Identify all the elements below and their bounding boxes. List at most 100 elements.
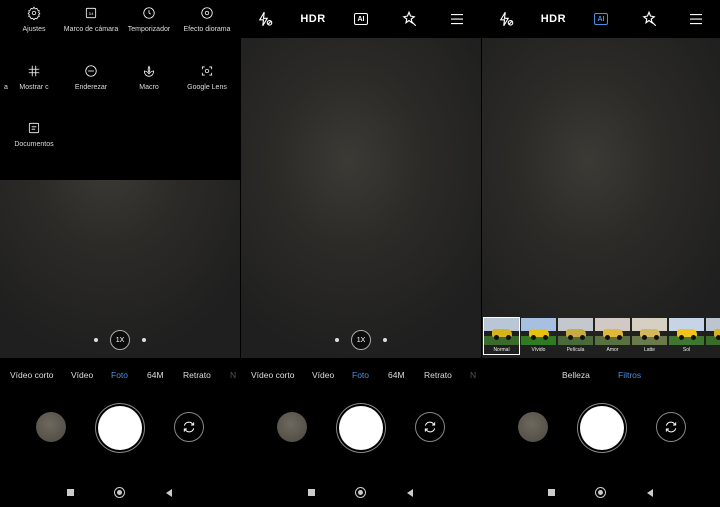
camera-panel-settings: Ajustes 3:4 Marco de cámara Temporizador… <box>0 0 240 507</box>
hdr-button[interactable]: HDR <box>300 6 326 32</box>
macro-icon <box>143 65 155 77</box>
back-button[interactable] <box>647 489 653 497</box>
menu-item-diorama[interactable]: Efecto diorama <box>175 6 239 33</box>
shutter-row <box>0 400 240 460</box>
aspect-ratio-icon: 3:4 <box>85 7 97 19</box>
effects-button[interactable] <box>636 6 662 32</box>
mode-64m[interactable]: 64M <box>147 370 164 380</box>
shutter-row <box>241 400 481 460</box>
menu-item-google-lens[interactable]: Google Lens <box>175 64 239 91</box>
tab-filtros[interactable]: Filtros <box>618 370 641 380</box>
switch-camera-button[interactable] <box>656 412 686 442</box>
zoom-selector: 1X <box>0 330 240 350</box>
filter-amor[interactable]: Amor <box>595 318 630 354</box>
filter-thumbnail <box>558 318 593 345</box>
zoom-button[interactable]: 1X <box>351 330 371 350</box>
switch-camera-icon <box>424 421 436 433</box>
menu-item-macro[interactable]: Macro <box>117 64 181 91</box>
zoom-dot[interactable] <box>383 338 387 342</box>
hdr-button[interactable]: HDR <box>540 6 566 32</box>
filter-thumbnail <box>706 318 720 345</box>
ai-button[interactable]: AI <box>348 6 374 32</box>
recents-button[interactable] <box>308 489 315 496</box>
back-button[interactable] <box>407 489 413 497</box>
switch-camera-icon <box>665 421 677 433</box>
home-button[interactable] <box>114 487 125 498</box>
switch-camera-button[interactable] <box>174 412 204 442</box>
hamburger-menu-icon <box>451 13 463 25</box>
shutter-button[interactable] <box>339 406 383 450</box>
mode-foto[interactable]: Foto <box>111 370 128 380</box>
menu-item-marco[interactable]: 3:4 Marco de cámara <box>59 6 123 33</box>
filter-partial[interactable]: C <box>706 318 720 354</box>
filter-thumbnail <box>595 318 630 345</box>
mode-bar: Vídeo corto Vídeo Foto 64M Retrato N <box>241 358 481 392</box>
ai-icon: AI <box>593 13 608 25</box>
flash-button[interactable] <box>252 6 278 32</box>
mode-retrato[interactable]: Retrato <box>424 370 452 380</box>
tilt-shift-icon <box>201 7 213 19</box>
menu-button[interactable] <box>683 6 709 32</box>
grid-icon <box>28 65 40 77</box>
mode-video-corto[interactable]: Vídeo corto <box>10 370 53 380</box>
ai-button[interactable]: AI <box>588 6 614 32</box>
straighten-icon <box>85 65 97 77</box>
mode-video-corto[interactable]: Vídeo corto <box>251 370 294 380</box>
ai-icon: AI <box>354 13 368 25</box>
gear-icon <box>27 6 41 20</box>
filter-thumbnail <box>484 318 519 345</box>
filter-sol[interactable]: Sol <box>669 318 704 354</box>
gallery-thumbnail[interactable] <box>277 412 307 442</box>
menu-item-temporizador[interactable]: Temporizador <box>117 6 181 33</box>
top-bar: HDR AI <box>482 0 720 38</box>
switch-camera-icon <box>183 421 195 433</box>
mode-retrato[interactable]: Retrato <box>183 370 211 380</box>
camera-panel-photo: HDR AI 1X Vídeo corto Vídeo Foto 64M Ret… <box>241 0 481 507</box>
mode-video[interactable]: Vídeo <box>71 370 93 380</box>
back-button[interactable] <box>166 489 172 497</box>
settings-menu: Ajustes 3:4 Marco de cámara Temporizador… <box>0 0 240 180</box>
home-button[interactable] <box>595 487 606 498</box>
recents-button[interactable] <box>548 489 555 496</box>
zoom-button[interactable]: 1X <box>110 330 130 350</box>
zoom-dot[interactable] <box>142 338 146 342</box>
mode-next[interactable]: N <box>470 370 476 380</box>
filter-thumbnail <box>669 318 704 345</box>
filter-strip: Normal Vívido Película Amor Latte Sol C <box>482 317 720 355</box>
camera-panel-filters: HDR AI Normal Vívido Película Amor Latte… <box>482 0 720 507</box>
menu-item-enderezar[interactable]: Enderezar <box>59 64 123 91</box>
filter-latte[interactable]: Latte <box>632 318 667 354</box>
shutter-button[interactable] <box>98 406 142 450</box>
mode-foto[interactable]: Foto <box>352 370 369 380</box>
flash-button[interactable] <box>493 6 519 32</box>
shutter-button[interactable] <box>580 406 624 450</box>
zoom-dot[interactable] <box>94 338 98 342</box>
timer-icon <box>143 7 155 19</box>
filter-tabs: Belleza Filtros <box>482 358 720 392</box>
viewfinder[interactable] <box>482 0 720 358</box>
filter-vivido[interactable]: Vívido <box>521 318 556 354</box>
effects-button[interactable] <box>396 6 422 32</box>
home-button[interactable] <box>355 487 366 498</box>
filter-pelicula[interactable]: Película <box>558 318 593 354</box>
menu-item-ajustes[interactable]: Ajustes <box>2 6 66 33</box>
flash-off-icon <box>258 11 273 27</box>
top-bar: HDR AI <box>241 0 481 38</box>
gallery-thumbnail[interactable] <box>518 412 548 442</box>
viewfinder[interactable] <box>241 0 481 358</box>
document-icon <box>28 122 40 134</box>
switch-camera-button[interactable] <box>415 412 445 442</box>
filter-normal[interactable]: Normal <box>483 317 520 355</box>
menu-button[interactable] <box>444 6 470 32</box>
zoom-selector: 1X <box>241 330 481 350</box>
zoom-dot[interactable] <box>335 338 339 342</box>
shutter-row <box>482 400 720 460</box>
mode-next[interactable]: N <box>230 370 236 380</box>
tab-belleza[interactable]: Belleza <box>562 370 590 380</box>
recents-button[interactable] <box>67 489 74 496</box>
gallery-thumbnail[interactable] <box>36 412 66 442</box>
mode-64m[interactable]: 64M <box>388 370 405 380</box>
menu-item-documentos[interactable]: Documentos <box>2 121 66 148</box>
mode-video[interactable]: Vídeo <box>312 370 334 380</box>
menu-item-cuadricula[interactable]: Mostrar c <box>2 64 66 91</box>
